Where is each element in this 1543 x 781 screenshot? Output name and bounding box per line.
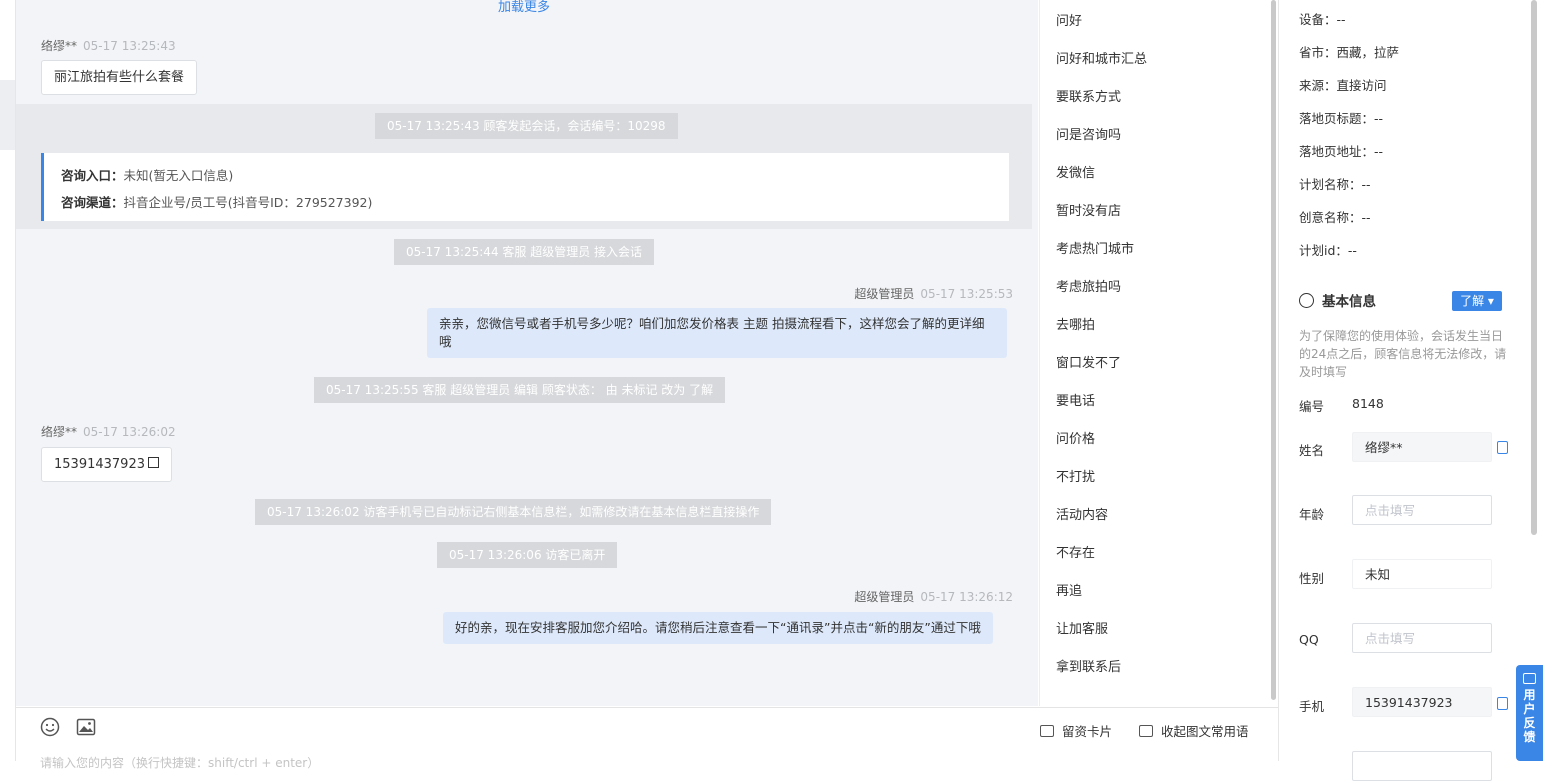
- phrase-item[interactable]: 发微信: [1056, 162, 1095, 181]
- feedback-label: 用户反馈: [1523, 688, 1536, 744]
- customer-info-panel: 设备：-- 省市：西藏，拉萨 来源：直接访问 落地页标题：-- 落地页地址：--…: [1279, 0, 1543, 781]
- user-feedback-button[interactable]: 用户反馈: [1516, 665, 1543, 761]
- phrase-item[interactable]: 要电话: [1056, 390, 1095, 409]
- common-phrases-panel: 问好 问好和城市汇总 要联系方式 问是咨询吗 发微信 暂时没有店 考虑热门城市 …: [1039, 0, 1272, 706]
- phrase-item[interactable]: 活动内容: [1056, 504, 1108, 523]
- entry-value: 未知(暂无入口信息): [123, 168, 234, 183]
- message-icon: [1523, 673, 1536, 684]
- creative-name-row: 创意名称：--: [1299, 210, 1371, 225]
- system-message: 05-17 13:26:06 访客已离开: [437, 542, 618, 568]
- landing-url-row: 落地页地址：--: [1299, 144, 1384, 159]
- consult-info-card: 咨询入口：未知(暂无入口信息) 咨询渠道：抖音企业号/员工号(抖音号ID：279…: [41, 153, 1009, 221]
- name-label: 姓名: [1299, 443, 1325, 458]
- message-meta: 超级管理员 05-17 13:25:53: [854, 285, 1013, 302]
- phrase-item[interactable]: 再追: [1056, 580, 1082, 599]
- qq-label: QQ: [1299, 632, 1319, 647]
- user-icon: [1299, 293, 1314, 308]
- plan-name-row: 计划名称：--: [1299, 177, 1371, 192]
- visitor-message: 丽江旅拍有些什么套餐: [41, 60, 198, 95]
- phrase-item[interactable]: 考虑旅拍吗: [1056, 276, 1121, 295]
- extra-field[interactable]: [1352, 751, 1492, 781]
- sender-name: 超级管理员: [854, 287, 915, 301]
- phrase-item[interactable]: 让加客服: [1056, 618, 1108, 637]
- load-more-link[interactable]: 加载更多: [16, 0, 1032, 15]
- id-label: 编号: [1299, 399, 1325, 414]
- age-field[interactable]: 点击填写: [1352, 495, 1492, 525]
- channel-value: 抖音企业号/员工号(抖音号ID：279527392): [123, 195, 373, 210]
- copy-icon[interactable]: [147, 457, 159, 468]
- status-label: 了解: [1460, 294, 1485, 308]
- customer-panel-scrollbar[interactable]: [1531, 0, 1537, 535]
- phrase-item[interactable]: 问是咨询吗: [1056, 124, 1121, 143]
- phrase-item[interactable]: 问好: [1056, 10, 1082, 29]
- age-label: 年龄: [1299, 507, 1325, 522]
- image-icon[interactable]: [76, 717, 96, 737]
- sender-name: 络缪**: [41, 39, 78, 53]
- smile-icon[interactable]: [40, 717, 60, 737]
- plan-id-row: 计划id：--: [1299, 243, 1357, 258]
- agent-message: 好的亲，现在安排客服加您介绍哈。请您稍后注意查看一下“通讯录”并点击“新的朋友”…: [443, 612, 993, 644]
- phrase-item[interactable]: 暂时没有店: [1056, 200, 1121, 219]
- card-icon: [1040, 725, 1054, 737]
- message-time: 05-17 13:26:12: [920, 590, 1013, 604]
- message-time: 05-17 13:25:43: [83, 39, 176, 53]
- message-time: 05-17 13:26:02: [83, 425, 176, 439]
- message-time: 05-17 13:25:53: [920, 287, 1013, 301]
- phrase-item[interactable]: 问价格: [1056, 428, 1095, 447]
- landing-title-row: 落地页标题：--: [1299, 111, 1384, 126]
- edit-notice: 为了保障您的使用体验，会话发生当日的24点之后，顾客信息将无法修改，请及时填写: [1299, 329, 1507, 379]
- channel-label: 咨询渠道：: [61, 195, 124, 210]
- visitor-message: 15391437923: [41, 447, 172, 482]
- collapse-phrases-button[interactable]: 收起图文常用语: [1139, 721, 1249, 740]
- phrase-item[interactable]: 拿到联系后: [1056, 656, 1121, 675]
- lead-card-button[interactable]: 留资卡片: [1040, 721, 1112, 740]
- source-row: 来源：直接访问: [1299, 78, 1387, 93]
- visitor-phone-text: 15391437923: [54, 457, 145, 472]
- message-input[interactable]: 请输入您的内容（换行快捷键：shift/ctrl + enter）: [40, 754, 319, 771]
- qq-field[interactable]: 点击填写: [1352, 623, 1492, 653]
- system-message: 05-17 13:26:02 访客手机号已自动标记右侧基本信息栏，如需修改请在基…: [255, 499, 772, 525]
- lead-card-label: 留资卡片: [1062, 724, 1113, 739]
- sender-name: 超级管理员: [854, 590, 915, 604]
- region-row: 省市：西藏，拉萨: [1299, 45, 1400, 60]
- phrase-item[interactable]: 去哪拍: [1056, 314, 1095, 333]
- system-message: 05-17 13:25:44 客服 超级管理员 接入会话: [394, 239, 655, 265]
- entry-label: 咨询入口：: [61, 168, 124, 183]
- system-message: 05-17 13:25:55 客服 超级管理员 编辑 顾客状态： 由 未标记 改…: [314, 377, 726, 403]
- agent-message: 亲亲，您微信号或者手机号多少呢？咱们加您发价格表 主题 拍摄流程看下，这样您会了…: [427, 308, 1007, 358]
- status-dropdown-button[interactable]: 了解 ▾: [1452, 291, 1502, 311]
- phrase-item[interactable]: 考虑热门城市: [1056, 238, 1134, 257]
- basic-info-label: 基本信息: [1322, 294, 1376, 310]
- id-value: 8148: [1352, 396, 1384, 411]
- phrases-scrollbar[interactable]: [1271, 0, 1276, 700]
- copy-icon[interactable]: [1497, 441, 1508, 454]
- message-meta: 络缪** 05-17 13:25:43: [41, 37, 176, 54]
- sender-name: 络缪**: [41, 425, 78, 439]
- basic-info-title: 基本信息: [1299, 290, 1376, 310]
- consult-entry-row: 咨询入口：未知(暂无入口信息): [61, 165, 233, 184]
- message-meta: 超级管理员 05-17 13:26:12: [854, 588, 1013, 605]
- message-input-area: 留资卡片 收起图文常用语 请输入您的内容（换行快捷键：shift/ctrl + …: [16, 707, 1278, 770]
- phrase-item[interactable]: 要联系方式: [1056, 86, 1121, 105]
- phrase-item[interactable]: 问好和城市汇总: [1056, 48, 1147, 67]
- phrases-icon: [1139, 725, 1153, 737]
- collapse-tab[interactable]: [0, 80, 15, 150]
- caret-down-icon: ▾: [1487, 294, 1494, 308]
- system-message: 05-17 13:25:43 顾客发起会话，会话编号：10298: [375, 113, 678, 139]
- collapse-phrases-label: 收起图文常用语: [1161, 724, 1249, 739]
- chat-area: 加载更多 络缪** 05-17 13:25:43 丽江旅拍有些什么套餐 05-17…: [16, 0, 1038, 706]
- phrase-item[interactable]: 不打扰: [1056, 466, 1095, 485]
- device-row: 设备：--: [1299, 12, 1346, 27]
- message-meta: 络缪** 05-17 13:26:02: [41, 423, 176, 440]
- phrase-item[interactable]: 不存在: [1056, 542, 1095, 561]
- name-field[interactable]: 络缪**: [1352, 432, 1492, 462]
- phone-field[interactable]: 15391437923: [1352, 687, 1492, 717]
- gender-label: 性别: [1299, 571, 1325, 586]
- phone-label: 手机: [1299, 699, 1325, 714]
- consult-channel-row: 咨询渠道：抖音企业号/员工号(抖音号ID：279527392): [61, 192, 372, 211]
- gender-select[interactable]: 未知: [1352, 559, 1492, 589]
- copy-icon[interactable]: [1497, 697, 1508, 710]
- phrase-item[interactable]: 窗口发不了: [1056, 352, 1121, 371]
